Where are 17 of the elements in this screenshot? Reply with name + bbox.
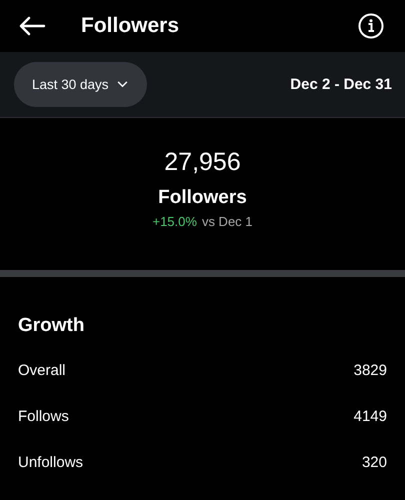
metric-value: 320 [362,454,387,473]
follower-label: Followers [158,187,247,209]
back-arrow-icon[interactable] [18,16,46,36]
metric-label: Follows [18,408,69,427]
chevron-down-icon [116,81,128,88]
follower-count: 27,956 [164,148,241,177]
metric-label: Unfollows [18,454,84,473]
date-range-text: Dec 2 - Dec 31 [290,76,392,93]
section-title: Growth [18,315,86,337]
date-range-dropdown[interactable]: Last 30 days [14,62,147,107]
metric-value: 3829 [354,362,387,381]
screen-title: Followers [81,14,180,38]
metric-value: 4149 [354,408,387,427]
metric-label: Overall [18,362,66,381]
change-percent: +15.0% [152,214,197,229]
info-icon[interactable] [358,13,384,39]
comparison-text: vs Dec 1 [202,214,253,229]
